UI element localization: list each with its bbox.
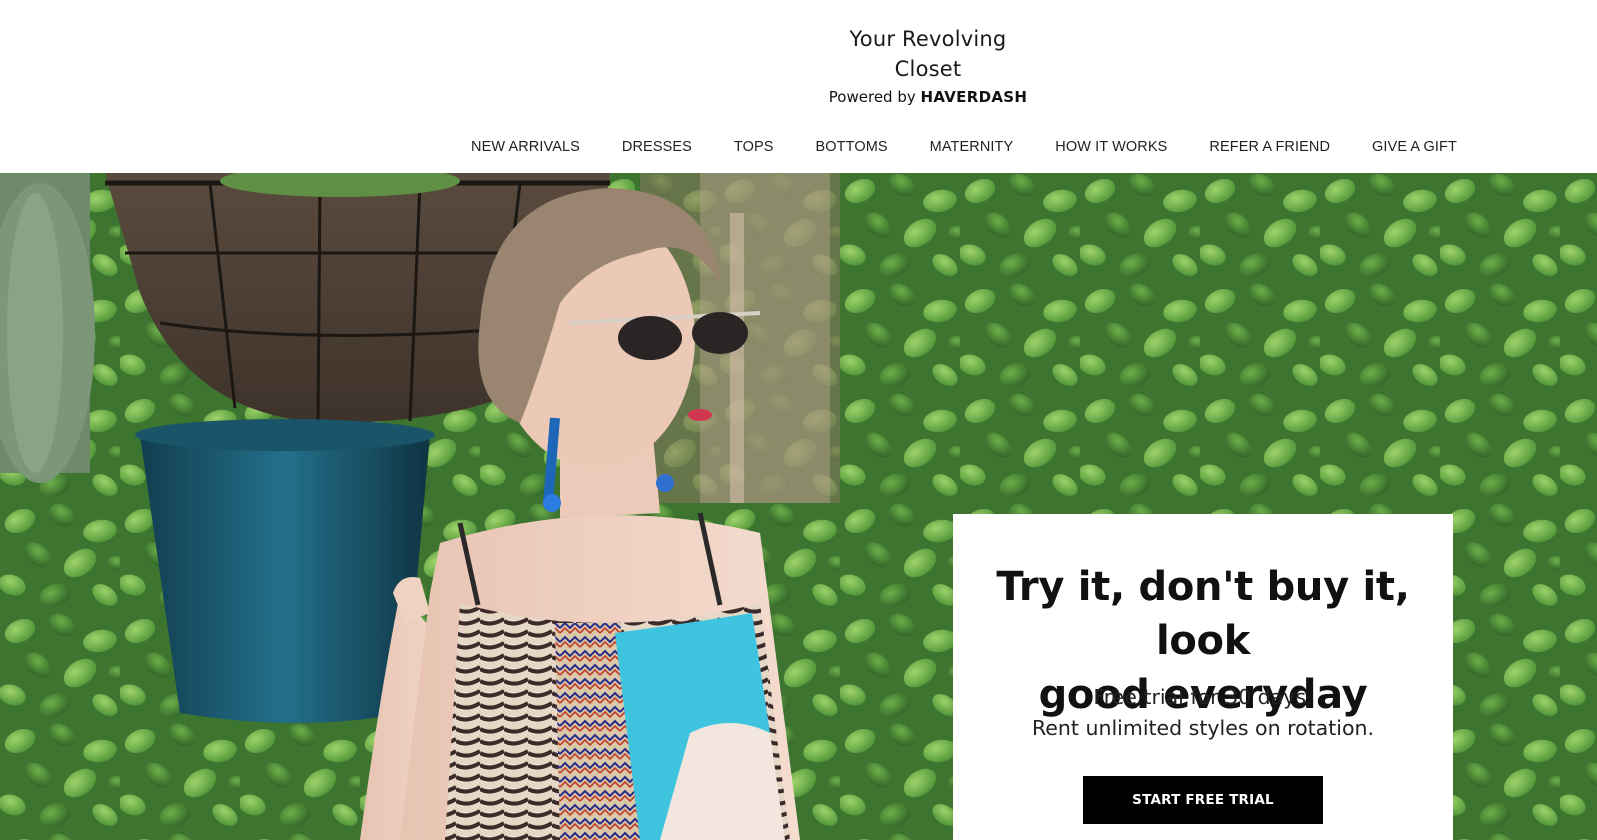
promo-card: Try it, don't buy it, look good everyday… [953, 514, 1453, 840]
hero-banner: Try it, don't buy it, look good everyday… [0, 173, 1597, 840]
nav-new-arrivals[interactable]: NEW ARRIVALS [471, 139, 580, 155]
nav-tops[interactable]: TOPS [734, 139, 774, 155]
start-free-trial-button[interactable]: START FREE TRIAL [1083, 776, 1323, 824]
brand-logo[interactable]: Your Revolving Closet Powered by HAVERDA… [828, 24, 1028, 110]
nav-bottoms[interactable]: BOTTOMS [816, 139, 888, 155]
site-header: Your Revolving Closet Powered by HAVERDA… [0, 0, 1597, 173]
promo-subline-1: Free trial for 30 days. [1093, 685, 1313, 709]
brand-title-line1: Your Revolving [849, 27, 1007, 51]
nav-maternity[interactable]: MATERNITY [930, 139, 1014, 155]
nav-refer-a-friend[interactable]: REFER A FRIEND [1209, 139, 1330, 155]
powered-by: Powered by HAVERDASH [828, 84, 1028, 110]
nav-how-it-works[interactable]: HOW IT WORKS [1055, 139, 1167, 155]
brand-title-line2: Closet [894, 57, 962, 81]
main-nav: NEW ARRIVALS DRESSES TOPS BOTTOMS MATERN… [471, 136, 1457, 158]
powered-by-prefix: Powered by [828, 88, 916, 106]
powered-by-name: HAVERDASH [920, 88, 1028, 106]
promo-headline-line1: Try it, don't buy it, look [996, 564, 1410, 664]
nav-give-a-gift[interactable]: GIVE A GIFT [1372, 139, 1457, 155]
promo-subline-2: Rent unlimited styles on rotation. [1031, 716, 1374, 740]
nav-dresses[interactable]: DRESSES [622, 139, 692, 155]
